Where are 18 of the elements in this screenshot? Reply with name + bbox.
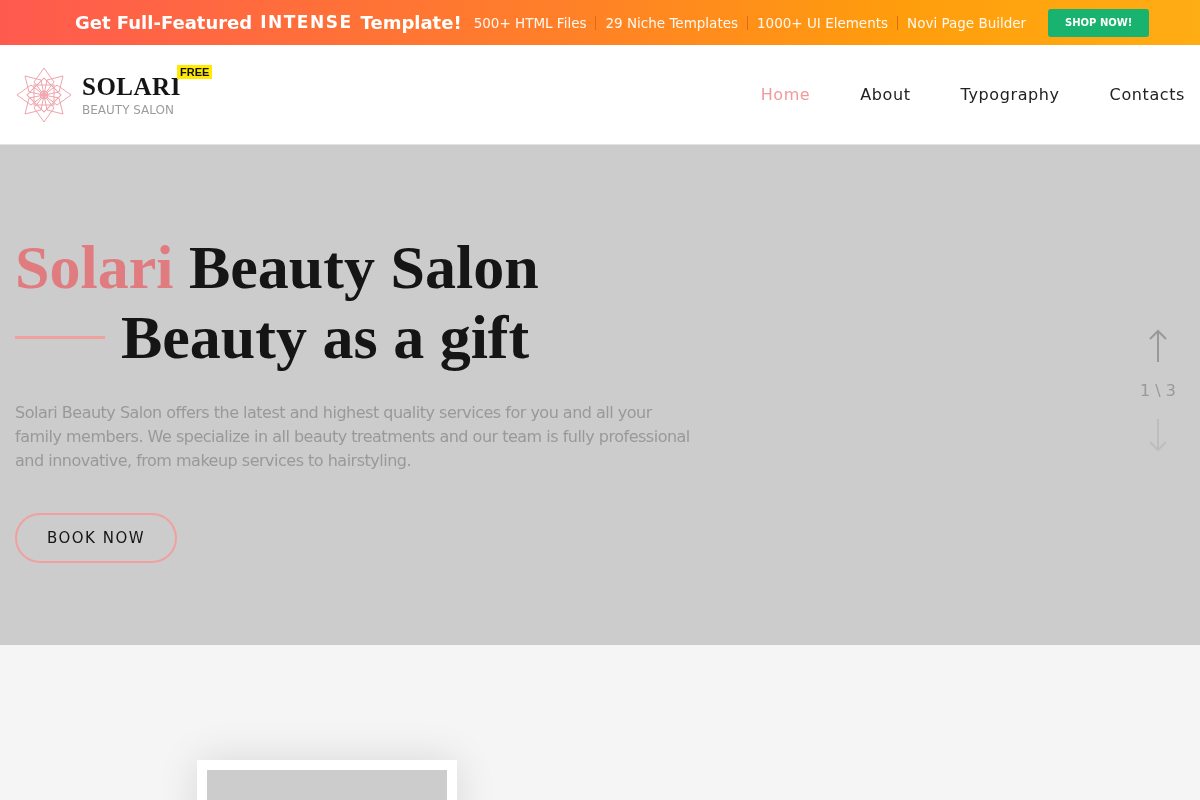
- nav-link[interactable]: About: [860, 81, 911, 108]
- free-badge: FREE: [177, 64, 213, 79]
- hero-title-accent: Solari: [15, 233, 174, 301]
- book-now-button[interactable]: BOOK NOW: [15, 513, 177, 563]
- up-arrow-icon[interactable]: [1148, 329, 1169, 363]
- promo-headline: Template!: [360, 12, 462, 33]
- brand-tagline: BEAUTY SALON: [82, 102, 175, 117]
- promo-headline: Get Full-Featured: [75, 12, 253, 33]
- nav-link[interactable]: Contacts: [1109, 81, 1185, 108]
- flower-logo-icon: [15, 65, 73, 124]
- promo-brand: INTENSE: [260, 12, 353, 33]
- hero-subtitle: Beauty as a gift: [121, 302, 530, 373]
- hero-title: Beauty Salon: [188, 233, 539, 301]
- promo-feature: Novi Page Builder: [907, 14, 1027, 31]
- promo-feature: 29 Niche Templates: [605, 14, 738, 31]
- promo-feature: 1000+ UI Elements: [757, 14, 889, 31]
- promo-feature: 500+ HTML Files: [473, 14, 587, 31]
- nav-link[interactable]: Typography: [960, 81, 1060, 108]
